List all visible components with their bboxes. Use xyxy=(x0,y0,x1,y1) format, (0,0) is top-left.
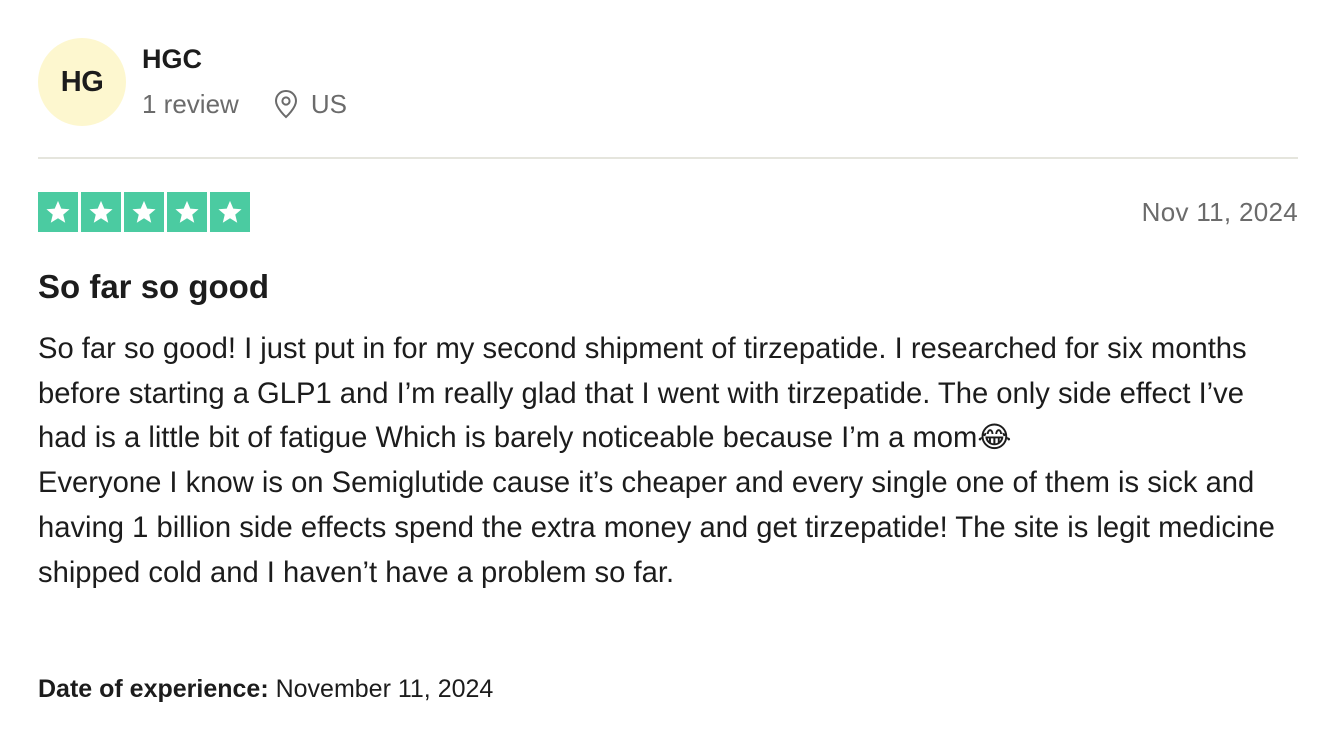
review-title[interactable]: So far so good xyxy=(38,268,269,306)
reviewer-header: HG HGC 1 review US xyxy=(38,38,1298,128)
review-count: 1 review xyxy=(142,89,239,119)
review-date: Nov 11, 2024 xyxy=(1141,197,1298,227)
avatar[interactable]: HG xyxy=(38,38,126,126)
reviewer-name[interactable]: HGC xyxy=(142,44,202,74)
reviewer-location: US xyxy=(310,89,347,119)
review-body-paragraph: So far so good! I just put in for my sec… xyxy=(38,333,1247,455)
star-icon xyxy=(210,192,250,232)
experience-date: November 11, 2024 xyxy=(268,675,494,703)
date-of-experience: Date of experience: November 11, 2024 xyxy=(38,673,493,705)
divider xyxy=(38,157,1298,159)
review-body: So far so good! I just put in for my sec… xyxy=(38,327,1300,595)
experience-label: Date of experience: xyxy=(38,675,269,703)
star-icon xyxy=(124,192,164,232)
reviewer-meta: 1 review US xyxy=(142,88,347,120)
map-pin-icon xyxy=(273,89,299,119)
star-rating xyxy=(38,192,250,232)
star-icon xyxy=(38,192,78,232)
review-body-paragraph: Everyone I know is on Semiglutide cause … xyxy=(38,467,1275,589)
review-card: HG HGC 1 review US Nov 11, 2024 So far s… xyxy=(38,0,1298,738)
star-icon xyxy=(81,192,121,232)
star-icon xyxy=(167,192,207,232)
